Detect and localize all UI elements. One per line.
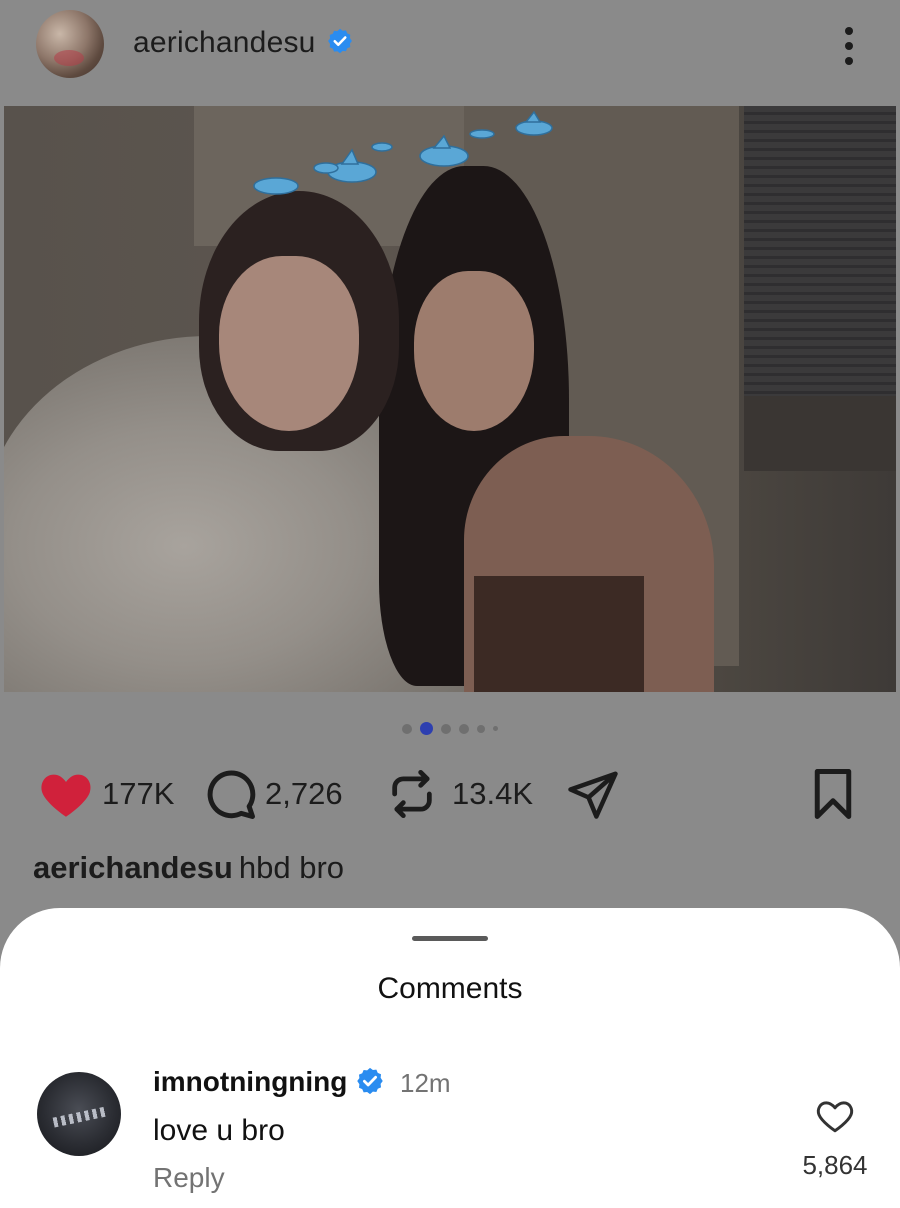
- profile-avatar[interactable]: [36, 10, 104, 78]
- post-photo[interactable]: [4, 106, 896, 692]
- comment-bubble-icon[interactable]: [203, 767, 257, 821]
- reply-button[interactable]: Reply: [153, 1162, 225, 1194]
- verified-badge-icon: [327, 28, 352, 54]
- carousel-dot: [441, 723, 451, 734]
- comment-timestamp: 12m: [400, 1068, 451, 1098]
- carousel-dot-active: [420, 722, 433, 736]
- commenter-username-text[interactable]: imnotningning: [153, 1066, 347, 1097]
- like-action[interactable]: 177K: [38, 762, 174, 826]
- comment-like-count: 5,864: [802, 1150, 868, 1180]
- post-header: aerichandesu: [0, 0, 900, 95]
- comment-action[interactable]: 2,726: [203, 762, 343, 826]
- verified-badge-icon: [357, 1067, 384, 1094]
- commenter-username[interactable]: imnotningning: [153, 1066, 385, 1099]
- comments-sheet: Comments imnotningning 12m love u bro Re…: [0, 908, 900, 1208]
- bird-sticker-icon: [253, 110, 553, 195]
- carousel-dot: [402, 723, 412, 734]
- share-action[interactable]: [566, 762, 620, 826]
- bookmark-icon[interactable]: [808, 767, 858, 821]
- save-action[interactable]: [808, 762, 858, 826]
- sheet-drag-handle[interactable]: [412, 936, 488, 941]
- carousel-dot: [459, 723, 469, 734]
- post-username[interactable]: aerichandesu: [133, 26, 354, 60]
- caption-username[interactable]: aerichandesu: [33, 850, 233, 885]
- like-count[interactable]: 177K: [102, 776, 174, 812]
- repost-icon[interactable]: [386, 768, 438, 820]
- caption-text: hbd bro: [238, 850, 345, 885]
- commenter-avatar[interactable]: [37, 1072, 121, 1156]
- heart-outline-icon[interactable]: [815, 1098, 855, 1134]
- sheet-title: Comments: [377, 972, 523, 1005]
- vertical-ellipsis-icon[interactable]: [834, 24, 864, 68]
- carousel-indicator: [0, 720, 900, 736]
- comment-text: love u bro: [153, 1114, 285, 1147]
- repost-count[interactable]: 13.4K: [452, 776, 533, 812]
- carousel-dot: [477, 724, 485, 733]
- post-actions: 177K 2,726 13.4K: [0, 762, 900, 826]
- repost-action[interactable]: 13.4K: [386, 762, 533, 826]
- send-paper-plane-icon[interactable]: [566, 767, 620, 821]
- carousel-dot: [493, 726, 498, 732]
- post-caption: aerichandesu hbd bro: [33, 850, 344, 886]
- post-username-text[interactable]: aerichandesu: [133, 26, 316, 59]
- heart-filled-icon[interactable]: [38, 769, 94, 819]
- comment-count[interactable]: 2,726: [265, 776, 343, 812]
